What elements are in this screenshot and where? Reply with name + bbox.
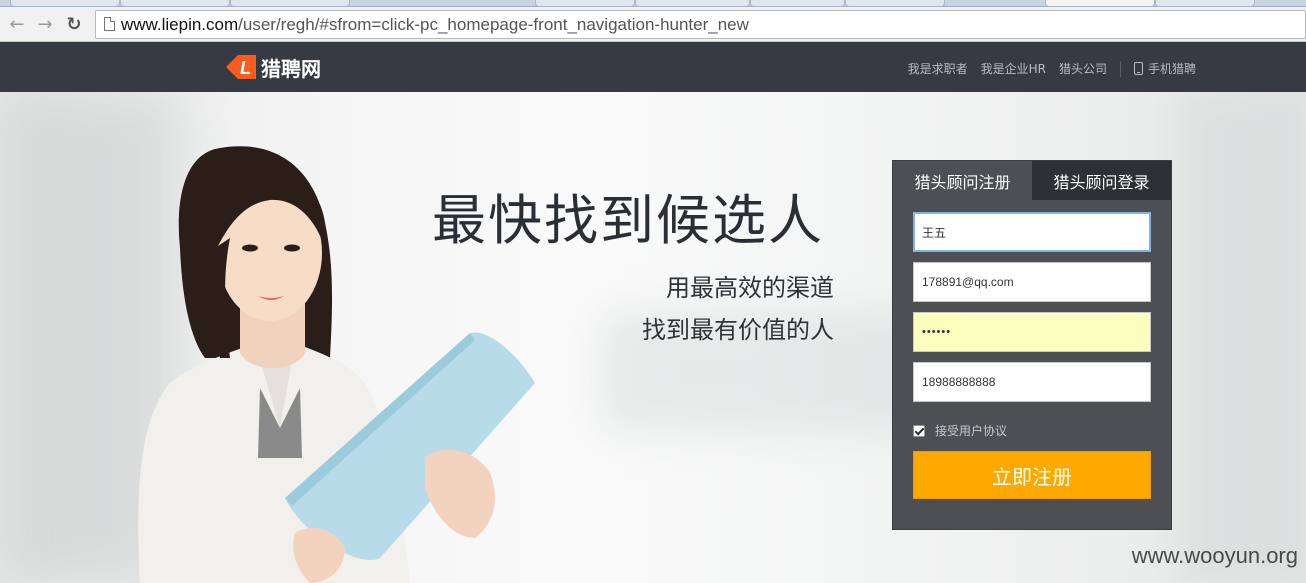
forward-arrow-icon[interactable]: → (34, 13, 56, 35)
url-host: www.liepin.com (121, 15, 239, 34)
back-arrow-icon[interactable]: ← (6, 13, 28, 35)
agreement-row: 接受用户协议 (913, 422, 1007, 439)
password-input[interactable]: •••••• (913, 312, 1151, 352)
tab-headhunter-login[interactable]: 猎头顾问登录 (1032, 161, 1171, 200)
browser-tab-strip (0, 0, 1306, 7)
agreement-checkbox[interactable] (913, 424, 925, 437)
logo-l-icon: L (226, 52, 256, 82)
email-input[interactable]: 178891@qq.com (913, 262, 1151, 302)
reload-icon[interactable]: ↻ (63, 13, 85, 35)
url-path: /user/regh/#sfrom=click-pc_homepage-fron… (238, 15, 749, 34)
top-nav: 我是求职者 我是企业HR 猎头公司 手机猎聘 (895, 60, 1196, 77)
nav-mobile-label: 手机猎聘 (1147, 62, 1196, 76)
logo-letter: L (240, 58, 251, 78)
browser-tab[interactable] (230, 0, 350, 7)
browser-tab[interactable] (750, 0, 845, 7)
phone-input[interactable]: 18988888888 (913, 362, 1151, 402)
nav-mobile[interactable]: 手机猎聘 (1133, 60, 1196, 77)
watermark-text: www.wooyun.org (1131, 543, 1298, 568)
browser-tab-active[interactable] (1045, 0, 1155, 7)
url-text[interactable]: www.liepin.com/user/regh/#sfrom=click-pc… (121, 15, 749, 35)
register-panel: 猎头顾问注册 猎头顾问登录 王五 178891@qq.com •••••• 18… (892, 160, 1172, 530)
name-input[interactable]: 王五 (913, 212, 1151, 252)
tab-headhunter-register[interactable]: 猎头顾问注册 (893, 161, 1032, 200)
hero-subline-1: 用最高效的渠道 (666, 274, 834, 302)
browser-tab[interactable] (535, 0, 635, 7)
browser-tab[interactable] (1155, 0, 1255, 7)
site-header: L 猎聘网 我是求职者 我是企业HR 猎头公司 手机猎聘 (0, 42, 1306, 92)
page-icon (104, 17, 115, 31)
mobile-phone-icon (1133, 62, 1143, 75)
browser-tab[interactable] (10, 0, 120, 7)
site-logo[interactable]: L 猎聘网 (226, 52, 321, 82)
nav-job-seeker[interactable]: 我是求职者 (908, 60, 968, 77)
browser-toolbar: ← → ↻ www.liepin.com/user/regh/#sfrom=cl… (0, 7, 1306, 42)
register-tabs: 猎头顾问注册 猎头顾问登录 (893, 161, 1171, 200)
background-blur (1180, 92, 1306, 583)
hero-subline-2: 找到最有价值的人 (642, 316, 834, 344)
agreement-label[interactable]: 接受用户协议 (935, 422, 1007, 439)
browser-tab[interactable] (845, 0, 945, 7)
nav-divider (1119, 60, 1121, 77)
hero-banner: 最快找到候选人 用最高效的渠道 找到最有价值的人 猎头顾问注册 猎头顾问登录 王… (0, 92, 1306, 583)
browser-tab[interactable] (635, 0, 750, 7)
nav-headhunter-company[interactable]: 猎头公司 (1059, 60, 1107, 77)
address-bar[interactable]: www.liepin.com/user/regh/#sfrom=click-pc… (95, 10, 1306, 39)
hero-headline: 最快找到候选人 (432, 189, 824, 252)
logo-text: 猎聘网 (261, 56, 321, 81)
register-submit-button[interactable]: 立即注册 (913, 451, 1151, 499)
browser-tab[interactable] (120, 0, 230, 7)
nav-hr[interactable]: 我是企业HR (981, 60, 1046, 77)
